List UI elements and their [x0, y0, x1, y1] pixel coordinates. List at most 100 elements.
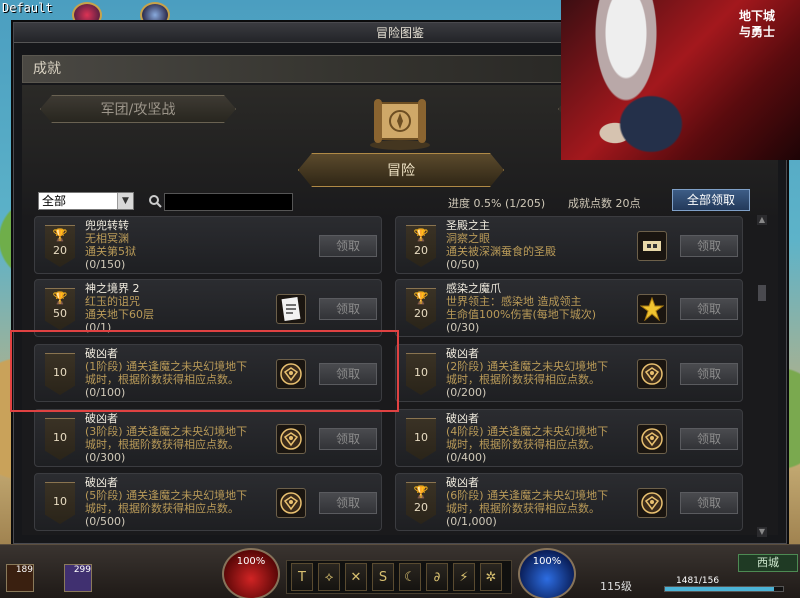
tab-legion-raid[interactable]: 军团/攻坚战: [40, 95, 236, 123]
claim-button[interactable]: 领取: [319, 428, 377, 450]
skill-slot[interactable]: ✲: [480, 563, 502, 591]
mp-orb: 100%: [518, 548, 576, 598]
achievement-progress: (0/1,000): [446, 515, 497, 528]
trophy-icon: 🏆: [413, 291, 429, 305]
points-badge: 🏆 20: [406, 225, 436, 267]
chevron-down-icon[interactable]: ▼: [117, 193, 133, 209]
achievement-progress: (0/30): [446, 321, 480, 334]
achievement-condition: (6阶段) 通关逢魔之未央幻境地下: [446, 489, 609, 502]
skill-slot[interactable]: ☾: [399, 563, 421, 591]
achievement-detail: 城时，根据阶数获得相应点数。: [446, 502, 600, 515]
achievement-title: 破凶者: [446, 347, 479, 360]
achievement-condition: (5阶段) 通关逢魔之未央幻境地下: [85, 489, 248, 502]
achievement-title: 神之境界 2: [85, 282, 140, 295]
search-icon: [148, 193, 162, 208]
character-group-art: [591, 70, 711, 160]
achievement-title: 兜兜转转: [85, 219, 129, 232]
achievement-detail: 城时，根据阶数获得相应点数。: [85, 438, 239, 451]
achievement-points: 成就点数 20点: [568, 197, 641, 210]
skill-slot[interactable]: ✕: [345, 563, 367, 591]
achievement-card: 10 破凶者 (3阶段) 通关逢魔之未央幻境地下 城时，根据阶数获得相应点数。 (0/3…: [34, 409, 382, 467]
achievement-progress: (0/150): [85, 258, 126, 271]
game-logo: 地下城 与勇士: [739, 9, 776, 39]
achievement-detail: 生命值100%伤害(每地下城次): [446, 308, 597, 321]
achievement-title: 破凶者: [85, 347, 118, 360]
claim-button[interactable]: 领取: [319, 363, 377, 385]
scrollbar[interactable]: ▲ ▼: [757, 215, 767, 537]
achievement-condition: (1阶段) 通关逢魔之未央幻境地下: [85, 360, 248, 373]
skill-slot[interactable]: T: [291, 563, 313, 591]
achievement-progress: (0/500): [85, 515, 126, 528]
reward-item-icon[interactable]: [637, 488, 667, 518]
points-value: 20: [414, 307, 428, 320]
section-header: 成就: [22, 55, 567, 83]
claim-button[interactable]: 领取: [319, 235, 377, 257]
points-badge: 🏆 20: [406, 482, 436, 524]
claim-button[interactable]: 领取: [680, 235, 738, 257]
achievement-progress: (0/400): [446, 451, 487, 464]
achievement-condition: 无相冥渊: [85, 232, 129, 245]
achievement-card: 🏆 50 神之境界 2 红玉的诅咒 通关地下60层 (0/1) 领取: [34, 279, 382, 337]
trophy-icon: 🏆: [413, 228, 429, 242]
search-input[interactable]: [164, 193, 293, 211]
consumable-slot-2[interactable]: 299: [64, 564, 92, 592]
scroll-up-icon[interactable]: ▲: [757, 215, 767, 225]
reward-item-icon[interactable]: [276, 359, 306, 389]
skill-slot[interactable]: ∂: [426, 563, 448, 591]
points-badge: 10: [45, 482, 75, 524]
reward-item-icon[interactable]: [276, 424, 306, 454]
achievement-title: 圣殿之主: [446, 219, 490, 232]
reward-item-icon[interactable]: [637, 424, 667, 454]
skill-slot[interactable]: S: [372, 563, 394, 591]
overlay-label: Default: [2, 1, 53, 15]
achievement-card: 🏆 20 圣殿之主 洞察之眼 通关被深渊蚕食的圣殿 (0/50) 领取: [395, 216, 743, 274]
reward-item-icon[interactable]: [637, 359, 667, 389]
category-select[interactable]: 全部 ▼: [38, 192, 134, 210]
claim-button[interactable]: 领取: [680, 363, 738, 385]
achievement-card: 10 破凶者 (4阶段) 通关逢魔之未央幻境地下 城时，根据阶数获得相应点数。 (0/4…: [395, 409, 743, 467]
claim-button[interactable]: 领取: [319, 298, 377, 320]
achievement-text: 破凶者 (5阶段) 通关逢魔之未央幻境地下 城时，根据阶数获得相应点数。 (0/500…: [85, 476, 290, 528]
progress-text: 进度 0.5% (1/205): [448, 197, 546, 210]
skill-slot[interactable]: ⟡: [318, 563, 340, 591]
reward-item-icon[interactable]: [637, 294, 667, 324]
achievement-text: 兜兜转转 无相冥渊 通关第5狱 (0/150): [85, 219, 290, 271]
skill-slot[interactable]: ⚡: [453, 563, 475, 591]
claim-button[interactable]: 领取: [680, 492, 738, 514]
points-badge: 10: [406, 353, 436, 395]
achievement-text: 圣殿之主 洞察之眼 通关被深渊蚕食的圣殿 (0/50): [446, 219, 651, 271]
exp-bar: [664, 586, 784, 592]
tab-adventure[interactable]: 冒险: [298, 153, 504, 187]
achievement-condition: (3阶段) 通关逢魔之未央幻境地下: [85, 425, 248, 438]
achievement-card: 🏆 20 兜兜转转 无相冥渊 通关第5狱 (0/150) 领取: [34, 216, 382, 274]
claim-button[interactable]: 领取: [319, 492, 377, 514]
points-value: 20: [414, 244, 428, 257]
achievement-condition: 红玉的诅咒: [85, 295, 140, 308]
promo-banner[interactable]: 地下城 与勇士: [561, 0, 800, 160]
points-value: 10: [414, 366, 428, 379]
claim-all-button[interactable]: 全部领取: [672, 189, 750, 211]
scroll-thumb[interactable]: [758, 285, 766, 301]
claim-button[interactable]: 领取: [680, 428, 738, 450]
achievement-title: 破凶者: [446, 476, 479, 489]
trophy-icon: 🏆: [413, 485, 429, 499]
points-badge: 10: [45, 418, 75, 460]
achievement-text: 感染之魔爪 世界领主：感染地 造成领主 生命值100%伤害(每地下城次) (0/30): [446, 282, 651, 334]
scroll-emblem-icon: [358, 93, 442, 153]
achievement-card: 🏆 20 破凶者 (6阶段) 通关逢魔之未央幻境地下 城时，根据阶数获得相应点数。 (0/…: [395, 473, 743, 531]
points-value: 10: [53, 366, 67, 379]
points-value: 10: [53, 431, 67, 444]
reward-item-icon[interactable]: [276, 488, 306, 518]
consumable-slot-1[interactable]: 189: [6, 564, 34, 592]
reward-item-icon[interactable]: [637, 231, 667, 261]
claim-button[interactable]: 领取: [680, 298, 738, 320]
town-button[interactable]: 西城: [738, 554, 798, 572]
achievement-detail: 城时，根据阶数获得相应点数。: [85, 502, 239, 515]
reward-item-icon[interactable]: [276, 294, 306, 324]
hp-orb: 100%: [222, 548, 280, 598]
points-value: 10: [414, 431, 428, 444]
scroll-down-icon[interactable]: ▼: [757, 527, 767, 537]
exp-text: 1481/156: [676, 576, 720, 586]
achievement-progress: (0/1): [85, 321, 112, 334]
achievement-progress: (0/100): [85, 386, 126, 399]
